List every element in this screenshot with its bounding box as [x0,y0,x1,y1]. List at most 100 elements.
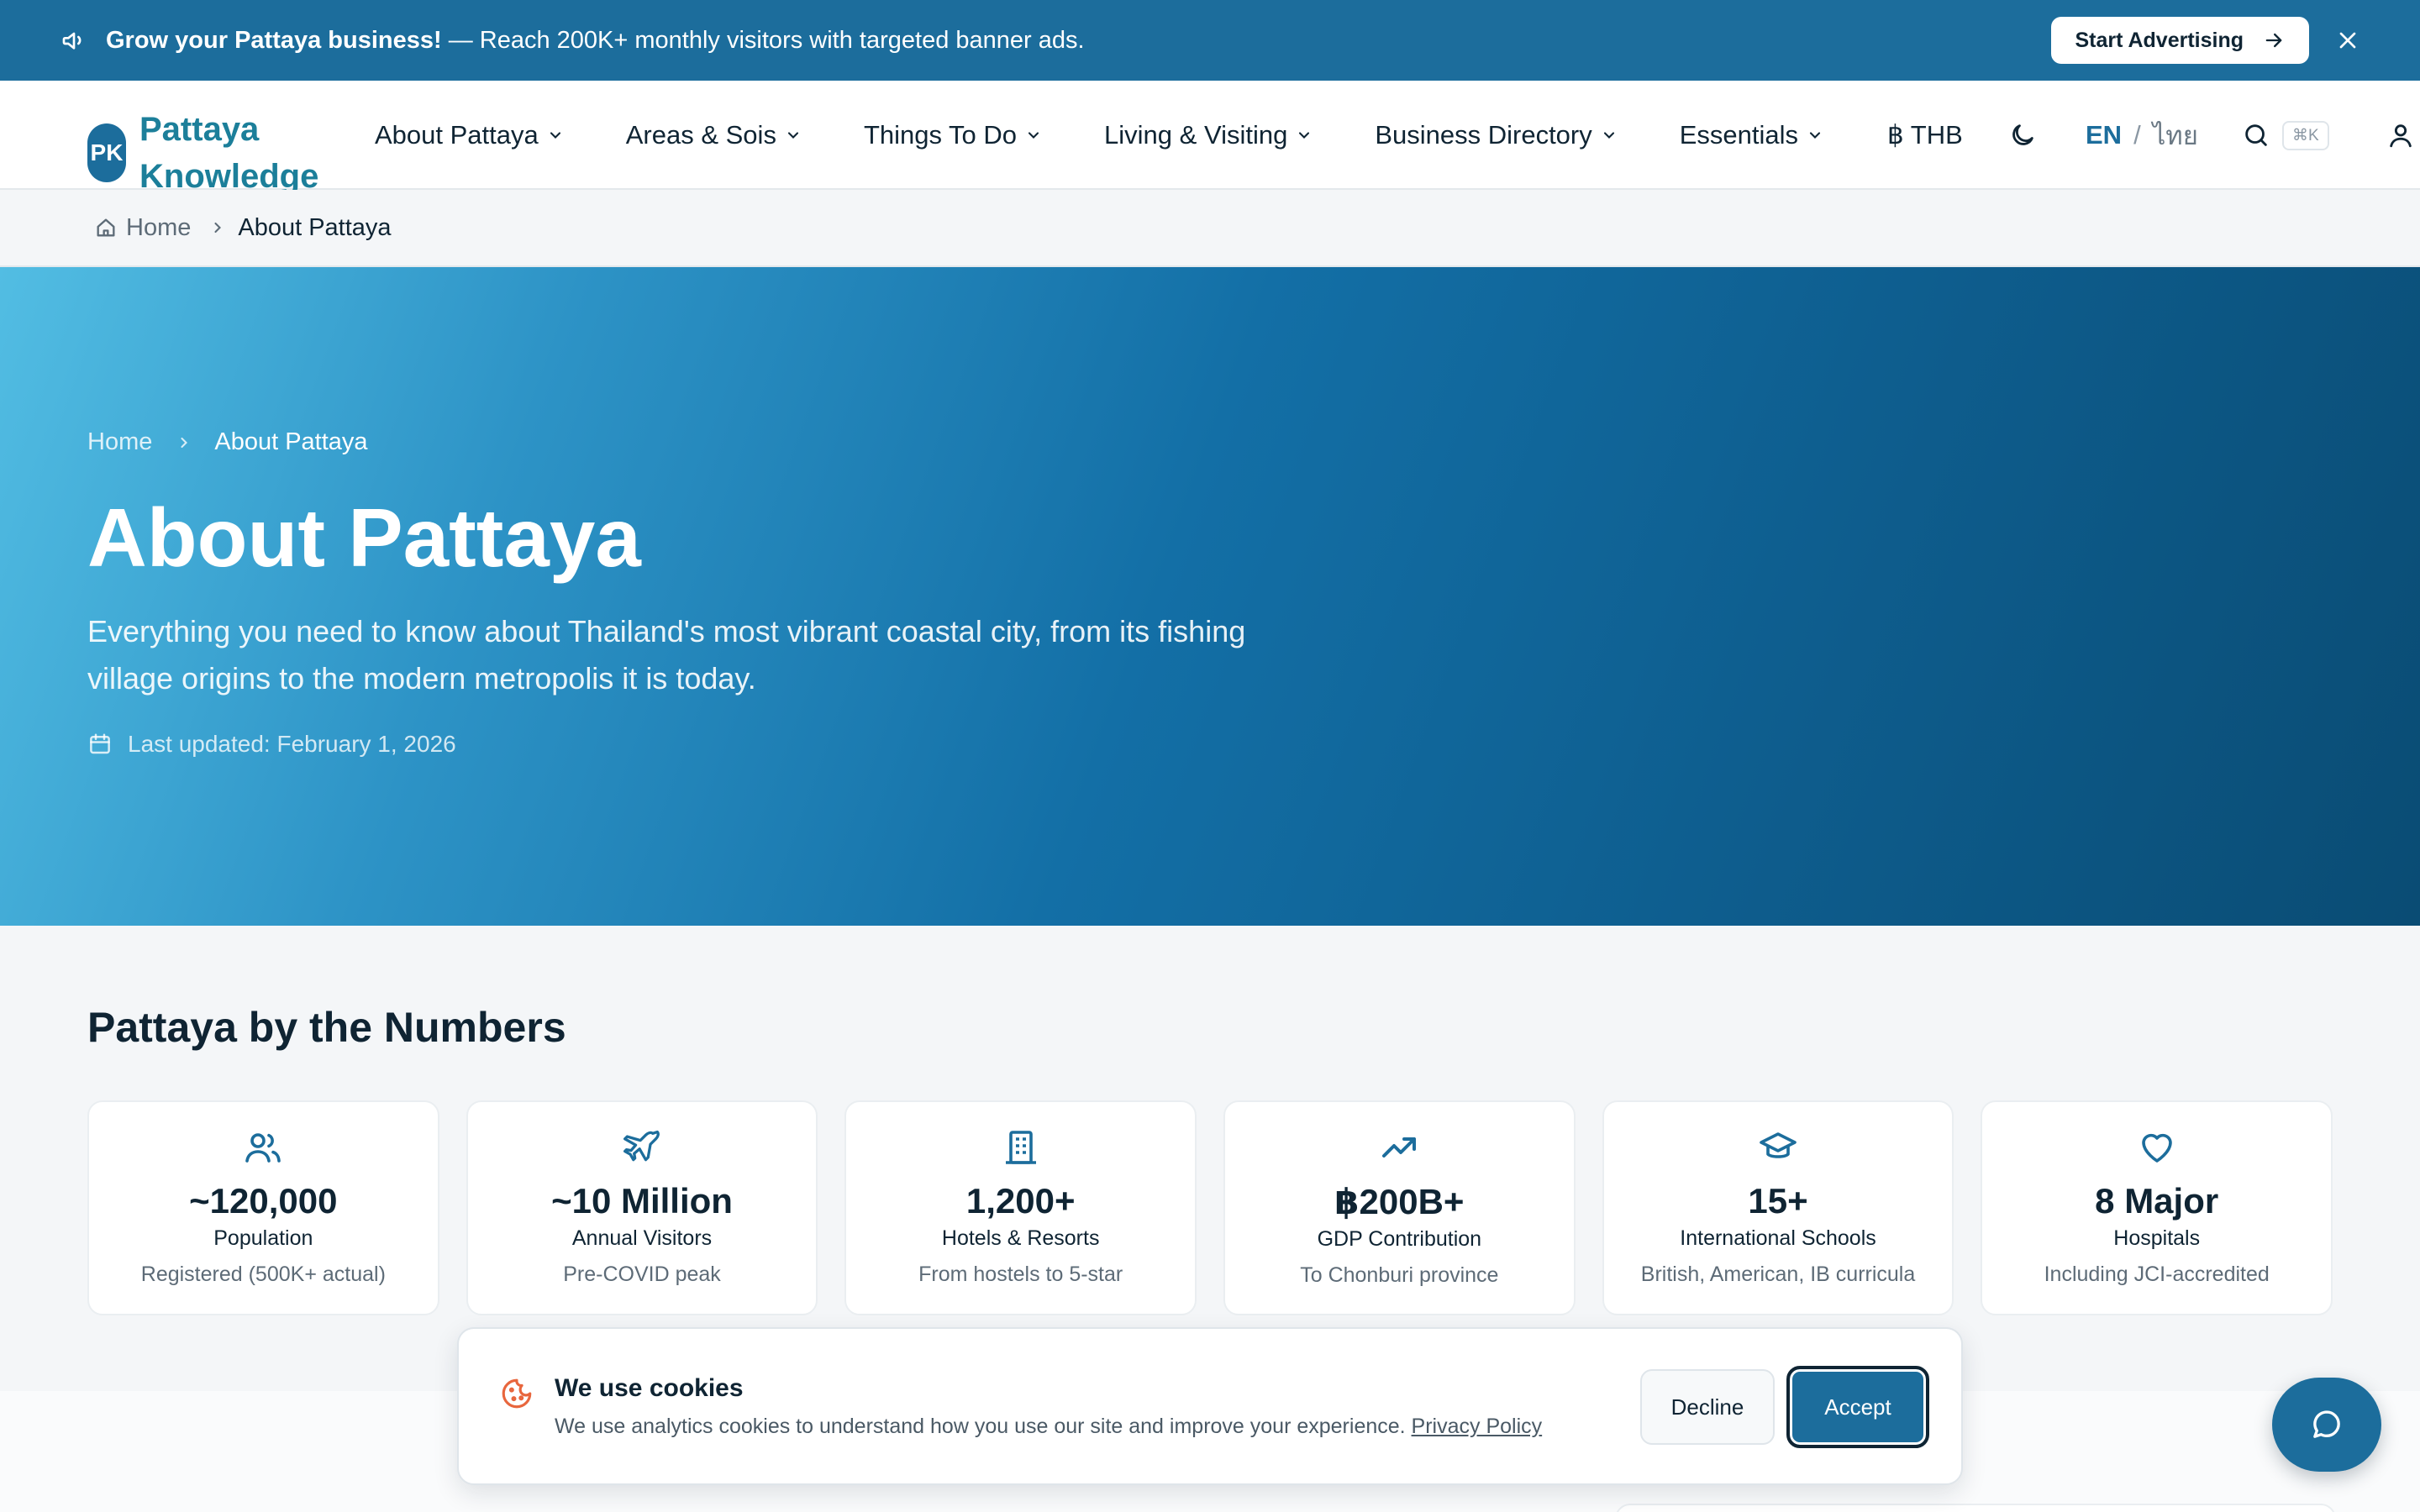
site-logo[interactable]: PK Pattaya Knowledge [87,106,341,200]
account-button[interactable] [2386,81,2415,190]
chevron-right-icon [181,437,188,448]
stat-card: 15+ International Schools British, Ameri… [1602,1100,1954,1315]
nav-business-directory[interactable]: Business Directory [1375,120,1617,150]
chevron-down-icon [1299,132,1310,139]
stat-label: International Schools [1680,1226,1876,1250]
breadcrumb: Home About Pattaya [0,190,2420,267]
promo-message: Grow your Pattaya business! — Reach 200K… [106,27,1085,55]
nav-areas-sois[interactable]: Areas & Sois [626,120,802,150]
nav-label: About Pattaya [375,120,539,150]
stat-sub: To Chonburi province [1300,1263,1499,1287]
last-updated-text: Last updated: February 1, 2026 [128,731,456,757]
language-switcher[interactable]: EN / ไทย [2086,81,2198,190]
promo-text: — Reach 200K+ monthly visitors with targ… [441,26,1085,54]
breadcrumb-home[interactable]: Home [126,214,191,242]
nav-label: Essentials [1679,120,1799,150]
chevron-down-icon [1603,132,1614,139]
chevron-down-icon [787,132,798,139]
cookie-message: We use analytics cookies to understand h… [555,1415,1542,1439]
stat-sub: British, American, IB curricula [1640,1263,1916,1286]
start-advertising-button[interactable]: Start Advertising [2051,17,2309,64]
moon-icon [2012,124,2033,145]
lang-th[interactable]: ไทย [2153,114,2198,156]
user-icon [2390,124,2412,148]
graduation-cap-icon [1760,1132,1797,1158]
nav-about-pattaya[interactable]: About Pattaya [375,120,564,150]
nav-label: Living & Visiting [1104,120,1288,150]
cookie-text: We use analytics cookies to understand h… [555,1415,1412,1438]
trending-up-icon [1382,1137,1417,1158]
hero-breadcrumb-current: About Pattaya [214,428,368,455]
building-icon [1005,1131,1036,1164]
hero-breadcrumb-home[interactable]: Home [87,428,152,456]
page-title: About Pattaya [87,491,641,584]
heart-icon [2141,1133,2172,1163]
stat-value: 15+ [1748,1181,1808,1221]
stat-value: ฿200B+ [1334,1182,1465,1221]
stats-grid: ~120,000 Population Registered (500K+ ac… [87,1100,2333,1315]
promo-headline: Grow your Pattaya business! [106,26,442,54]
home-icon [97,218,115,237]
stat-label: Annual Visitors [571,1226,713,1250]
cookie-title: We use cookies [555,1374,744,1402]
stat-label: Hotels & Resorts [941,1226,1100,1250]
chevron-right-icon [214,222,222,234]
chat-bubble-icon [2313,1410,2340,1438]
stat-card: ฿200B+ GDP Contribution To Chonburi prov… [1223,1100,1576,1315]
search-button[interactable]: ⌘K [2242,81,2329,190]
hero-breadcrumb: Home About Pattaya [87,428,368,456]
lang-separator: / [2133,120,2141,150]
breadcrumb-current: About Pattaya [238,213,392,241]
close-icon[interactable] [2334,27,2361,54]
search-icon [2245,124,2267,146]
stat-value: 8 Major [2095,1181,2219,1221]
stat-label: GDP Contribution [1317,1227,1482,1251]
chat-button[interactable] [2272,1378,2381,1472]
stat-sub: Including JCI-accredited [2044,1263,2270,1286]
nav-essentials[interactable]: Essentials [1680,120,1823,150]
currency-selector[interactable]: ฿ THB [1887,81,1963,190]
calendar-icon [90,733,110,754]
stats-title: Pattaya by the Numbers [87,1004,566,1051]
privacy-policy-link[interactable]: Privacy Policy [1412,1415,1543,1438]
stat-sub: Pre-COVID peak [563,1263,721,1286]
last-updated: Last updated: February 1, 2026 [87,731,456,758]
megaphone-icon [62,32,82,50]
nav-label: Things To Do [863,120,1018,150]
lang-en[interactable]: EN [2086,120,2122,150]
main-nav: About Pattaya Areas & Sois Things To Do … [375,81,1886,190]
nav-label: Areas & Sois [625,120,776,150]
hero-section: Home About Pattaya About Pattaya Everyth… [0,267,2420,926]
stat-value: 1,200+ [965,1181,1076,1221]
arrow-right-icon [2265,33,2282,48]
logo-name: Pattaya Knowledge [139,111,319,195]
plane-icon [623,1130,660,1162]
nav-label: Business Directory [1375,120,1592,150]
site-header: PK Pattaya Knowledge About Pattaya Areas… [0,81,2420,195]
chevron-down-icon [1810,132,1821,139]
nav-things-to-do[interactable]: Things To Do [864,120,1042,150]
cookie-banner: We use cookies We use analytics cookies … [457,1327,1963,1485]
promo-banner: Grow your Pattaya business! — Reach 200K… [0,0,2420,81]
search-shortcut: ⌘K [2282,120,2329,150]
cookie-icon [502,1378,532,1409]
stat-sub: From hostels to 5-star [918,1263,1123,1286]
stat-label: Population [213,1226,313,1250]
decline-button[interactable]: Decline [1640,1369,1775,1445]
theme-toggle[interactable] [2008,81,2037,190]
stat-card: ~10 Million Annual Visitors Pre-COVID pe… [466,1100,818,1315]
stat-value: ~10 Million [551,1181,733,1221]
chevron-down-icon [550,132,560,139]
hero-lead: Everything you need to know about Thaila… [87,614,1246,696]
stat-card: 1,200+ Hotels & Resorts From hostels to … [844,1100,1197,1315]
logo-mark: PK [87,123,126,182]
stat-label: Hospitals [2113,1226,2201,1250]
next-card-edge [1615,1504,2336,1512]
start-advertising-label: Start Advertising [2075,28,2244,52]
nav-living-visiting[interactable]: Living & Visiting [1104,120,1313,150]
users-icon [245,1133,281,1163]
stat-value: ~120,000 [189,1181,338,1221]
accept-button[interactable]: Accept [1786,1366,1929,1448]
stat-card: ~120,000 Population Registered (500K+ ac… [87,1100,439,1315]
stat-card: 8 Major Hospitals Including JCI-accredit… [1981,1100,2333,1315]
